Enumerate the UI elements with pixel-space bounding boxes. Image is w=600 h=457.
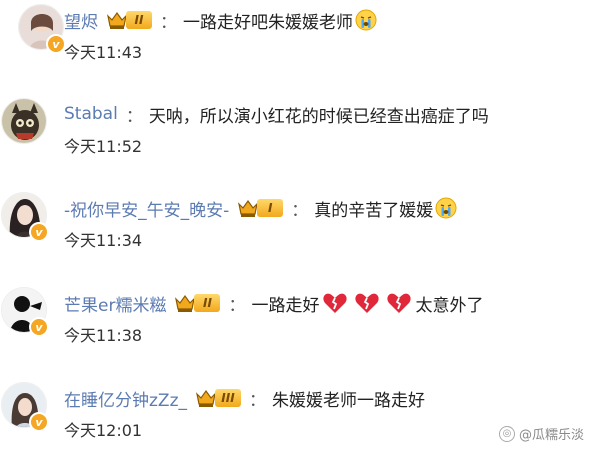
- avatar[interactable]: v: [18, 4, 68, 54]
- username-link[interactable]: Stabal: [64, 104, 118, 124]
- comment-text: 天呐，所以演小红花的时候已经查出癌症了吗: [148, 106, 489, 127]
- comment-text: 朱媛媛老师一路走好: [272, 390, 425, 411]
- comment-line: -祝你早安_午安_晚安- I ： 真的辛苦了媛媛: [64, 193, 459, 223]
- colon: ：: [291, 200, 309, 221]
- comment-text: 一路走好吧朱媛媛老师: [183, 12, 353, 33]
- member-level: I: [257, 199, 284, 217]
- crying-emoji-icon: [355, 9, 377, 31]
- crown-icon: [174, 293, 196, 313]
- comment-time: 今天11:43: [64, 43, 143, 62]
- comment-line: 望烬 II ： 一路走好吧朱媛媛老师: [64, 5, 379, 35]
- broken-heart-icon: [354, 291, 380, 315]
- colon: ：: [249, 390, 266, 411]
- comment-item: v 芒果er糯米糍 II ： 一路走好 太意外了 今天11:38: [0, 285, 600, 377]
- comment-time: 今天12:01: [64, 421, 143, 440]
- crown-icon: [195, 388, 217, 408]
- comment-line: 在睡亿分钟zZz_ III ： 朱媛媛老师一路走好: [64, 383, 425, 413]
- username-link[interactable]: 在睡亿分钟zZz_: [64, 386, 187, 411]
- comment-time: 今天11:38: [64, 326, 143, 345]
- comment-text: 一路走好: [251, 295, 320, 316]
- member-level: III: [215, 389, 241, 407]
- comment-item: v -祝你早安_午安_晚安- I ： 真的辛苦了媛媛 今天11:34: [0, 190, 600, 282]
- avatar[interactable]: v: [1, 382, 51, 432]
- comment-time: 今天11:34: [64, 231, 143, 250]
- watermark: ◎ @瓜糯乐淡: [498, 424, 584, 443]
- comment-time: 今天11:52: [64, 137, 143, 156]
- colon: ：: [228, 295, 246, 316]
- broken-heart-icon: [386, 291, 412, 315]
- verified-badge: v: [46, 34, 66, 54]
- avatar[interactable]: v: [1, 287, 51, 337]
- watermark-text: @瓜糯乐淡: [518, 428, 584, 443]
- username-link[interactable]: 望烬: [64, 8, 98, 33]
- watermark-logo-icon: ◎: [498, 425, 515, 442]
- username-link[interactable]: -祝你早安_午安_晚安-: [64, 196, 229, 221]
- member-level: II: [194, 294, 221, 312]
- verified-badge: v: [29, 222, 49, 242]
- avatar-image: [1, 98, 47, 144]
- member-badge: I: [237, 197, 284, 219]
- member-level: II: [126, 11, 152, 29]
- avatar[interactable]: v: [1, 192, 51, 242]
- crying-emoji-icon: [435, 197, 457, 219]
- comment-text-tail: 太意外了: [415, 295, 484, 316]
- member-badge: II: [106, 9, 152, 31]
- crown-icon: [106, 10, 128, 30]
- crown-icon: [237, 198, 259, 218]
- username-link[interactable]: 芒果er糯米糍: [64, 291, 166, 316]
- member-badge: II: [174, 292, 221, 314]
- broken-heart-icon: [322, 291, 348, 315]
- verified-badge: v: [29, 317, 49, 337]
- verified-badge: v: [29, 412, 49, 432]
- comment-text: 真的辛苦了媛媛: [314, 200, 434, 221]
- member-badge: III: [195, 387, 241, 409]
- comment-item: v 望烬 II ： 一路走好吧朱媛媛老师 今天11:43: [0, 2, 600, 94]
- colon: ：: [160, 12, 177, 33]
- comment-item: Stabal ： 天呐，所以演小红花的时候已经查出癌症了吗 今天11:52: [0, 96, 600, 188]
- comment-line: Stabal ： 天呐，所以演小红花的时候已经查出癌症了吗: [64, 99, 489, 129]
- comment-item: v 在睡亿分钟zZz_ III ： 朱媛媛老师一路走好 今天12:01: [0, 380, 600, 457]
- colon: ：: [125, 106, 143, 127]
- avatar[interactable]: [1, 98, 51, 148]
- comment-line: 芒果er糯米糍 II ： 一路走好 太意外了: [64, 288, 483, 318]
